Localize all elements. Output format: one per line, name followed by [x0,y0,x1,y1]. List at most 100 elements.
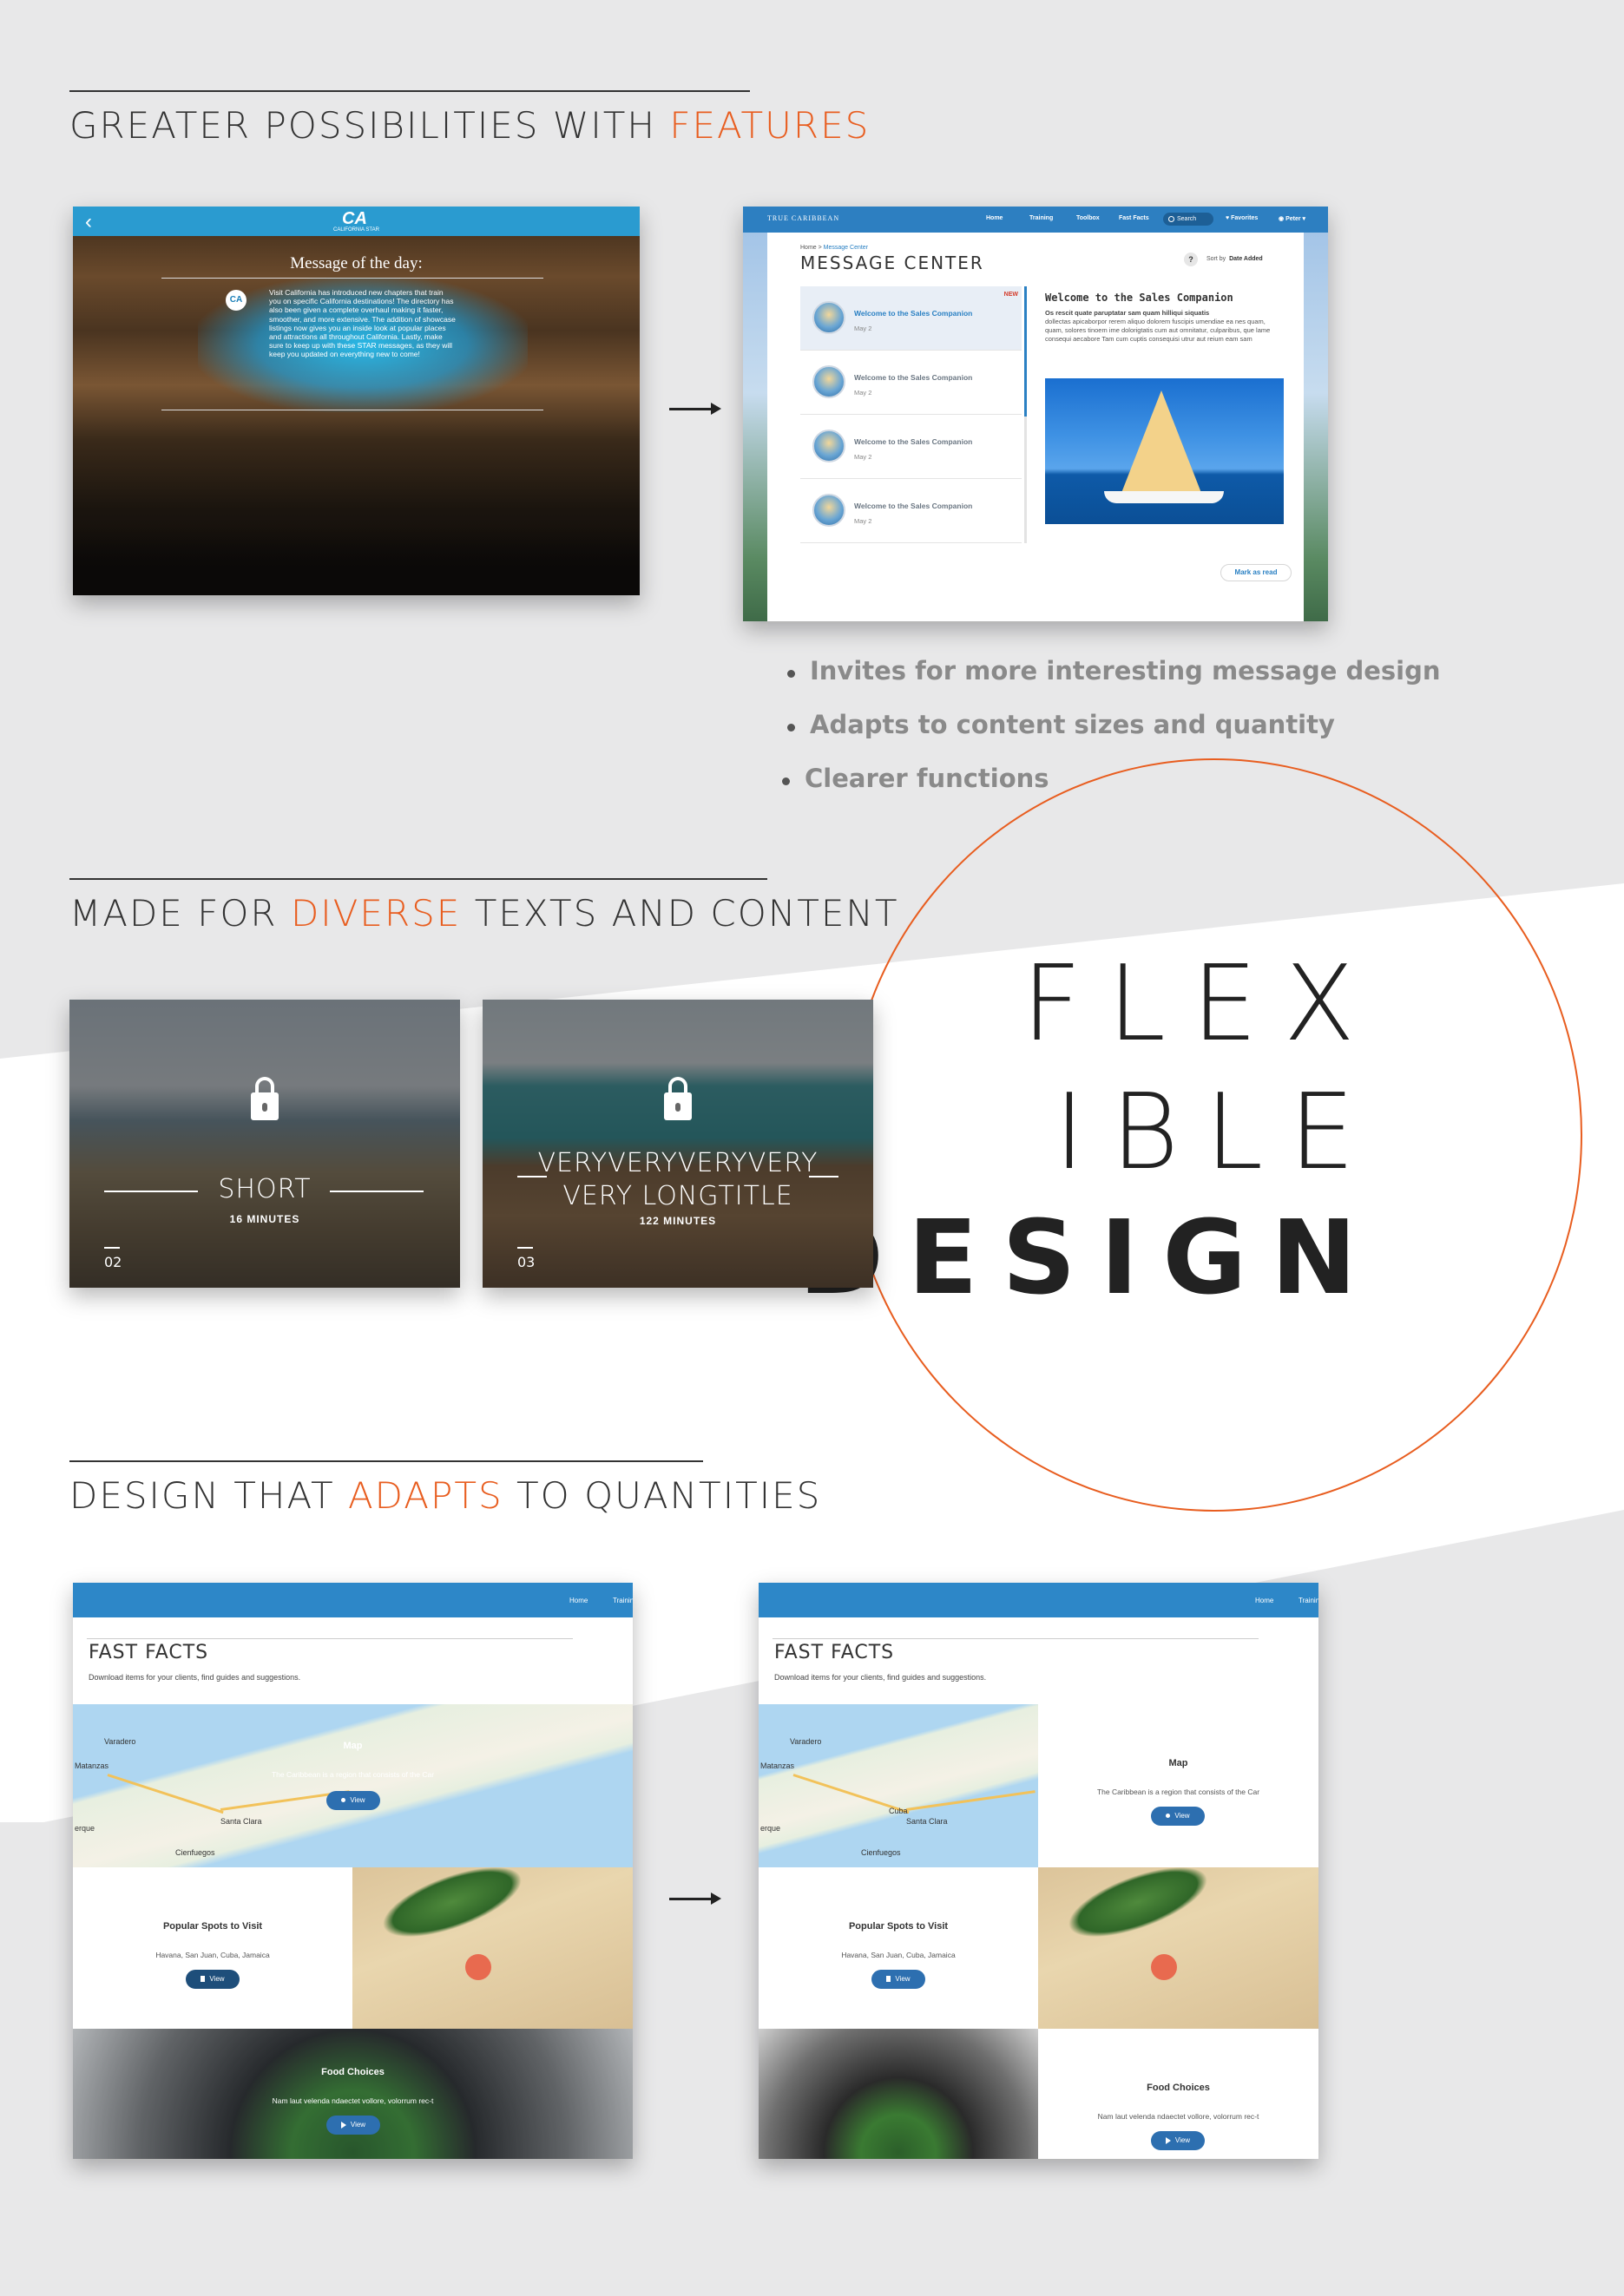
page-subtitle: Download items for your clients, find gu… [89,1673,301,1682]
view-button[interactable]: View [1151,1807,1205,1826]
detail-title: Welcome to the Sales Companion [1045,292,1233,304]
map-tile[interactable]: Varadero Matanzas Santa Clara Cienfuegos erq… [73,1704,633,1867]
back-chevron-icon[interactable]: ‹ [85,210,92,234]
list-scrollbar-thumb[interactable] [1024,286,1027,417]
city-skyline [73,526,640,595]
detail-text: dollectas apicaborpor rerem aliquo dolor… [1045,318,1271,344]
palm-leaf [373,1867,531,1952]
section-title-accent: DIVERSE [290,892,462,935]
user-menu[interactable]: ◉ Peter ▾ [1279,215,1305,222]
brand-logo[interactable]: TRUE CARIBBEAN [767,214,839,222]
nav-home[interactable]: Home [569,1597,588,1604]
page-title: MESSAGE CENTER [800,253,984,273]
card-duration: 122 MINUTES [639,1215,717,1227]
page-title: FAST FACTS [774,1642,895,1663]
message-thumbnail [812,430,845,462]
map-label: Santa Clara [906,1817,948,1826]
card-number: 03 [517,1247,536,1270]
nav-fast-facts[interactable]: Fast Facts [1119,215,1149,221]
nav-toolbox[interactable]: Toolbox [1076,215,1100,221]
message-title: Welcome to the Sales Companion [854,502,973,510]
message-thumbnail [812,365,845,398]
card-title: SHORT [218,1174,312,1204]
mark-as-read-button[interactable]: Mark as read [1220,564,1292,581]
sort-control[interactable]: Sort by Date Added [1206,256,1263,262]
message-list-item[interactable]: Welcome to the Sales Companion May 2 NEW [800,286,1022,351]
map-label: Cienfuegos [861,1848,901,1857]
breadcrumb-separator: > [816,245,824,251]
message-thumbnail [812,494,845,527]
beach-image [1038,1867,1318,2029]
view-button[interactable]: View [326,1791,380,1810]
nav-home[interactable]: Home [986,215,1003,221]
spots-tile: Popular Spots to Visit Havana, San Juan, … [759,1867,1038,2029]
food-image [759,2029,1038,2159]
pin-icon [341,1798,346,1803]
title-rule [809,1176,838,1178]
map-title: Map [343,1741,363,1751]
message-title: Welcome to the Sales Companion [854,309,973,318]
nav-training[interactable]: Training [613,1597,633,1604]
beach-towel [1151,1954,1177,1980]
page-subtitle: Download items for your clients, find gu… [774,1673,987,1682]
map-tile[interactable]: Varadero Matanzas Santa Clara Cienfuegos erq… [759,1704,1038,1867]
message-date: May 2 [854,453,872,461]
bullet-item: Adapts to content sizes and quantity [787,710,1335,739]
map-road [905,1790,1036,1811]
flexible-line-1: FLEX [1022,944,1381,1065]
message-date: May 2 [854,389,872,397]
section-title-accent: ADAPTS [347,1474,503,1517]
sort-value[interactable]: Date Added [1229,256,1263,262]
document-icon [201,1976,206,1983]
fast-facts-screen-after: Home Training FAST FACTS Download items for… [759,1583,1318,2159]
view-label: View [350,2121,366,2129]
breadcrumb-current[interactable]: Message Center [824,245,868,251]
breadcrumb-home[interactable]: Home [800,245,817,251]
view-button[interactable]: View [871,1970,925,1989]
nav-training[interactable]: Training [1299,1597,1318,1604]
view-button[interactable]: View [326,2116,380,2135]
title-rule [517,1176,547,1178]
sailing-ship-image [1045,378,1284,524]
view-label: View [350,1796,365,1804]
top-nav: Home Training [73,1583,633,1617]
view-label: View [1174,2136,1191,2144]
message-list-item[interactable]: Welcome to the Sales Companion May 2 [800,351,1022,415]
section-title-adapts: DESIGN THAT ADAPTS TO QUANTITIES [69,1460,819,1517]
bullet-item: Invites for more interesting message des… [787,656,1441,686]
section-title-features: GREATER POSSIBILITIES WITH FEATURES [69,90,868,147]
favorites-button[interactable]: ♥ Favorites [1226,215,1258,221]
message-list-item[interactable]: Welcome to the Sales Companion May 2 [800,479,1022,543]
california-logo: CA [342,209,367,228]
map-label: Cienfuegos [175,1848,215,1857]
section-title-text: TEXTS AND CONTENT [461,892,899,935]
message-of-day-title: Message of the day: [290,254,423,272]
pin-icon [1166,1814,1171,1819]
course-card[interactable]: VERYVERYVERYVERY VERY LONGTITLE 122 MINU… [483,1000,873,1288]
tile-overlay [73,2029,633,2159]
map-info-tile: Map The Caribbean is a region that consis… [1038,1704,1318,1867]
nav-home[interactable]: Home [1255,1597,1273,1604]
map-label: Santa Clara [220,1817,262,1826]
food-description: Nam laut velenda ndaectet vollore, volor… [1097,2112,1259,2121]
old-message-screen: ‹ CA CALIFORNIA STAR Message of the day:… [73,207,640,595]
food-tile: Food Choices Nam laut velenda ndaectet vo… [1038,2029,1318,2159]
title-rule [773,1638,1259,1639]
flexible-line-2: IBLE [1054,1073,1381,1193]
message-title: Welcome to the Sales Companion [854,373,973,382]
spots-tile: Popular Spots to Visit Havana, San Juan, … [73,1867,352,2029]
view-button[interactable]: View [1151,2131,1205,2150]
message-list-item[interactable]: Welcome to the Sales Companion May 2 [800,415,1022,479]
fast-facts-screen-before: Home Training FAST FACTS Download items for… [73,1583,633,2159]
ship-sails [1121,390,1201,493]
view-button[interactable]: View [186,1970,240,1989]
map-label: erque [760,1824,781,1833]
page-title: FAST FACTS [89,1642,209,1663]
search-button[interactable]: Search [1163,213,1213,226]
map-description: The Caribbean is a region that consists … [271,1770,435,1779]
help-icon[interactable]: ? [1184,253,1198,266]
food-tile[interactable]: Food Choices Nam laut velenda ndaectet vo… [73,2029,633,2159]
nav-training[interactable]: Training [1029,215,1053,221]
lock-icon [664,1077,692,1120]
course-card[interactable]: SHORT 16 MINUTES 02 [69,1000,460,1288]
